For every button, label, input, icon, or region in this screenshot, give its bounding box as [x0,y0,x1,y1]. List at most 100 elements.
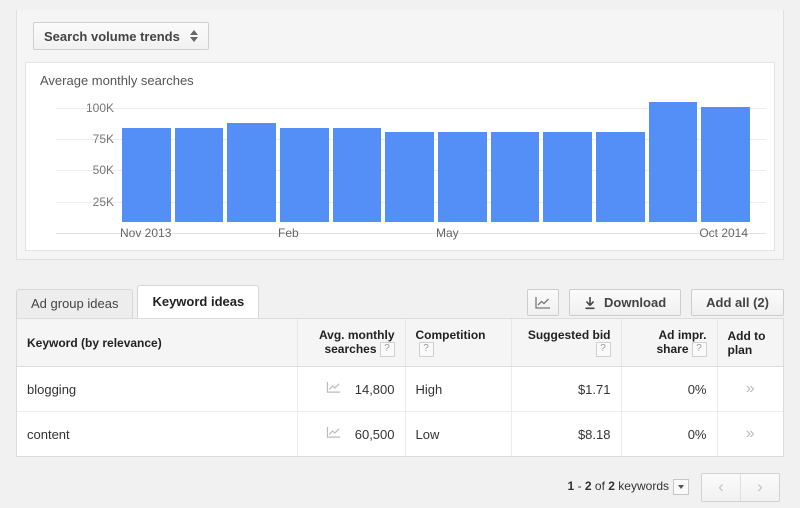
cell-add-to-plan[interactable]: » [716,411,783,457]
help-icon-avg-monthly-searches[interactable]: ? [379,342,395,358]
chart-card: Average monthly searches 100K 75K 50K 25K N… [25,62,775,251]
add-all-button[interactable]: Add all (2) [691,289,784,316]
pagination-nav: ‹ › [701,472,780,502]
y-axis-tick-label: 75K [92,131,114,146]
column-header-competition-label: Competition [415,328,486,342]
chart-bar[interactable] [385,131,434,222]
chart-bar-slot[interactable] [594,95,647,222]
cell-suggested-bid: $1.71 [510,366,621,413]
table-header-row: Keyword (by relevance) Avg. monthly sear… [17,319,783,368]
chart-bar-slot[interactable] [383,95,436,222]
pagination-dropdown-icon[interactable] [673,479,689,495]
pagination-of: of [591,479,609,494]
row-searches-value: 14,800 [354,381,395,397]
chart-bar[interactable] [227,122,276,222]
chart-bar[interactable] [122,127,171,222]
line-chart-icon [535,296,551,309]
pagination-summary: 1 - 2 of 2 keywords [568,479,689,495]
chart-bar-slot[interactable] [278,95,331,222]
table-body: blogging 14,800 High $1.71 0% » content 60,500 L… [17,366,783,457]
column-header-ad-impr-share[interactable]: Ad impr. share? [620,319,717,368]
chart-title: Average monthly searches [40,73,194,88]
cell-ad-impr-share: 0% [620,366,717,413]
chart-bar-slot[interactable] [173,95,226,222]
chart-bar[interactable] [543,131,592,222]
column-header-suggested-bid-label: Suggested bid [527,328,611,342]
chart-bar[interactable] [174,127,224,222]
pagination-dash: - [574,479,585,494]
table-row[interactable]: blogging 14,800 High $1.71 0% » [17,366,783,413]
keyword-ideas-table-wrapper: Keyword (by relevance) Avg. monthly sear… [16,318,784,458]
tab-ad-group-ideas[interactable]: Ad group ideas [16,289,134,318]
column-header-add-to-plan-label: Add to plan [727,328,766,357]
chart-bar-slot[interactable] [647,95,700,222]
x-axis-tick-label: Nov 2013 [120,226,172,240]
pagination-total: 2 [608,479,615,494]
cell-competition: Low [404,411,511,457]
cell-suggested-bid: $8.18 [510,411,621,457]
keyword-ideas-table: Keyword (by relevance) Avg. monthly sear… [17,319,783,457]
chart-y-axis: 100K 75K 50K 25K [26,95,114,250]
pagination-next-button[interactable]: › [740,473,779,501]
x-axis-tick-label: Feb [278,226,299,240]
add-to-plan-icon[interactable]: » [746,425,755,442]
chart-x-axis: Nov 2013 Feb May Oct 2014 [120,226,752,244]
column-header-suggested-bid[interactable]: Suggested bid? [510,319,621,368]
column-header-competition[interactable]: Competition? [404,319,511,368]
y-axis-tick-label: 50K [92,163,114,178]
metric-select-label: Search volume trends [44,28,180,44]
column-header-avg-monthly-searches[interactable]: Avg. monthly searches? [296,319,405,368]
add-to-plan-icon[interactable]: » [746,380,755,397]
table-footer: 1 - 2 of 2 keywords ‹ › [16,470,784,504]
help-icon-ad-impr-share[interactable]: ? [691,342,707,358]
cell-keyword[interactable]: content [17,412,297,457]
column-header-add-to-plan: Add to plan [716,319,783,368]
chart-bar[interactable] [438,131,487,222]
column-header-keyword[interactable]: Keyword (by relevance) [17,319,297,368]
chart-bars [120,95,752,222]
column-header-keyword-label: Keyword (by relevance) [27,335,162,350]
cell-keyword[interactable]: blogging [17,366,297,413]
chart-bar[interactable] [332,127,382,222]
chart-bar[interactable] [648,101,698,222]
x-axis-tick-label: Oct 2014 [699,226,749,240]
chart-bar-slot[interactable] [225,95,278,222]
chart-bar-slot[interactable] [120,95,173,222]
download-icon [585,296,595,309]
tabs-row: Ad group ideas Keyword ideas Download Add… [16,285,784,318]
stepper-icon [189,30,198,42]
chart-bar-slot[interactable] [436,95,489,222]
table-header: Keyword (by relevance) Avg. monthly sear… [17,319,783,368]
download-button[interactable]: Download [569,289,682,316]
chart-toolbar: Search volume trends [17,10,783,62]
cell-add-to-plan[interactable]: » [716,366,783,413]
tab-keyword-ideas[interactable]: Keyword ideas [137,285,260,318]
y-axis-tick-label: 100K [85,100,114,115]
chart-bar-slot[interactable] [541,95,594,222]
chart-bar[interactable] [701,106,750,222]
chart-bar[interactable] [596,131,645,222]
help-icon-suggested-bid[interactable]: ? [595,342,611,358]
cell-avg-monthly-searches: 14,800 [296,366,405,413]
chart-bar-slot[interactable] [699,95,752,222]
table-row[interactable]: content 60,500 Low $8.18 0% » [17,411,783,457]
y-axis-tick-label: 25K [92,194,114,209]
row-trend-icon[interactable] [326,381,341,397]
download-label: Download [604,295,667,310]
search-volume-panel: Search volume trends Average monthly sea… [16,10,784,260]
metric-select-button[interactable]: Search volume trends [33,22,209,50]
chart-bar[interactable] [280,127,329,222]
help-icon-competition[interactable]: ? [418,342,434,358]
chart-toggle-button[interactable] [527,289,560,316]
chart-plot-area: 100K 75K 50K 25K Nov 2013 Feb May Oct 2014 [26,95,774,250]
chart-bar[interactable] [490,131,540,222]
cell-ad-impr-share: 0% [620,411,717,457]
row-searches-value: 60,500 [354,426,395,442]
x-axis-tick-label: May [436,226,459,240]
chart-bar-slot[interactable] [331,95,384,222]
tab-list: Ad group ideas Keyword ideas [16,285,260,318]
pagination-prev-button[interactable]: ‹ [702,473,740,501]
row-trend-icon[interactable] [326,426,341,442]
chart-bar-slot[interactable] [489,95,542,222]
pagination-range-end: 2 [584,479,592,494]
